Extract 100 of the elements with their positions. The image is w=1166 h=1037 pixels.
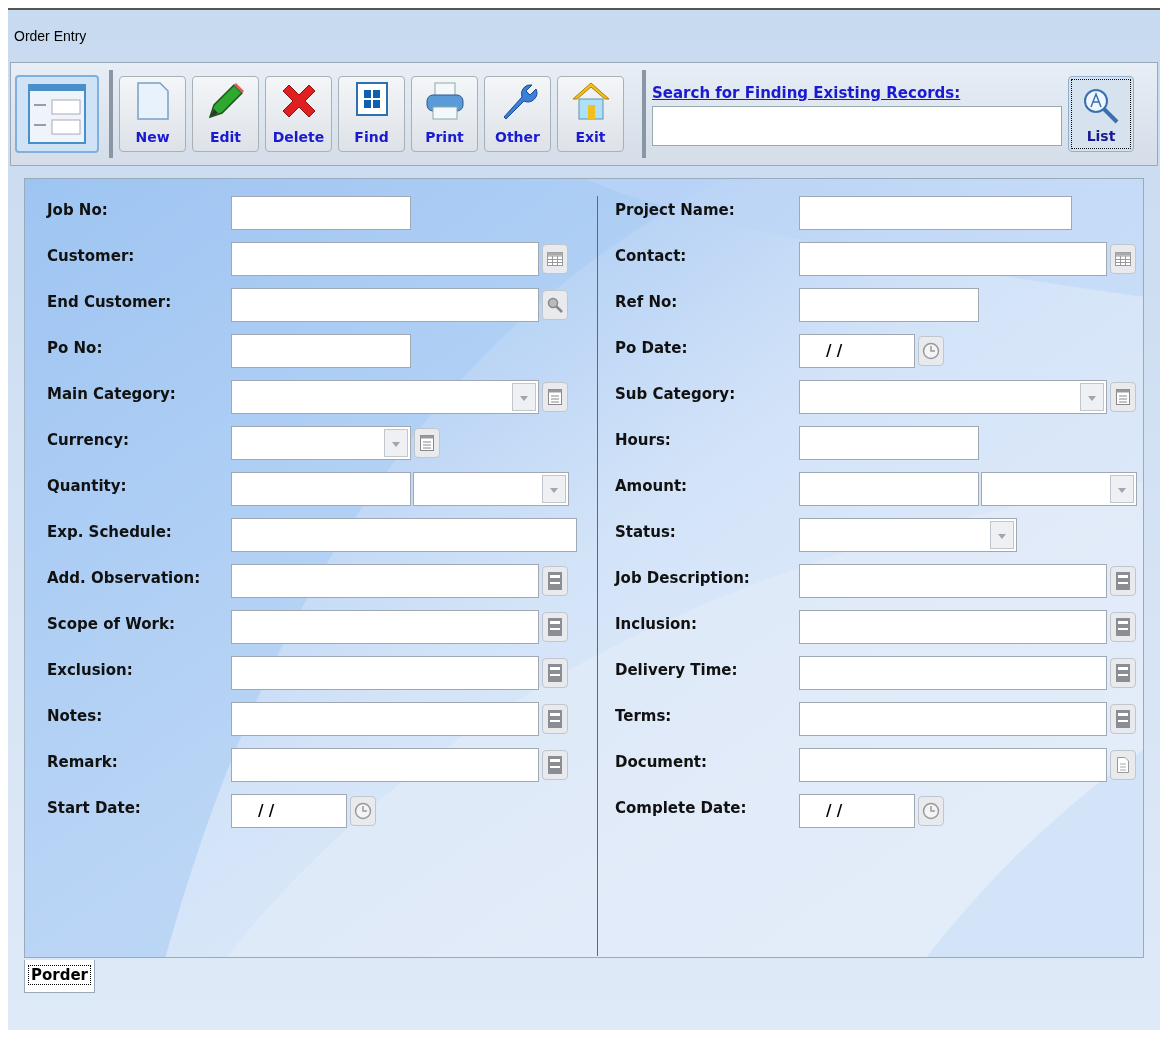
dropdown-field[interactable] [231,426,411,460]
list-icon [1116,389,1130,405]
field-label: Document: [615,752,708,773]
input-field[interactable] [799,656,1107,690]
field-label: Inclusion: [615,614,699,635]
field-label: Quantity: [47,476,128,497]
memo-button[interactable] [1110,704,1136,734]
document-button[interactable] [1110,750,1136,780]
document-icon [1117,757,1129,773]
grid-icon [354,81,389,117]
list-button[interactable] [414,428,440,458]
field-label: Exp. Schedule: [47,522,173,543]
memo-button[interactable] [1110,658,1136,688]
lookup-button[interactable] [542,244,568,274]
field-label: Job No: [47,200,109,221]
input-field[interactable] [231,610,539,644]
field-label: Job Description: [615,568,751,589]
date-field[interactable]: / / [799,334,915,368]
input-field[interactable] [799,748,1107,782]
clock-icon [922,802,940,820]
date-picker-button[interactable] [918,336,944,366]
input-field[interactable] [231,564,539,598]
memo-icon [548,710,562,728]
memo-button[interactable] [542,566,568,596]
input-field[interactable] [799,288,979,322]
window-title: Order Entry [14,26,87,46]
memo-button[interactable] [542,704,568,734]
toolbar-button[interactable]: Other [484,76,551,152]
list-button[interactable]: List [1068,76,1134,152]
input-field[interactable] [231,334,411,368]
input-field[interactable] [231,702,539,736]
search-icon [1081,86,1121,126]
memo-button[interactable] [1110,566,1136,596]
clock-icon [922,342,940,360]
lookup-button[interactable] [1110,244,1136,274]
memo-icon [1116,572,1130,590]
input-field[interactable] [799,702,1107,736]
clock-icon [354,802,372,820]
toolbar-button[interactable]: New [119,76,186,152]
input-field[interactable] [799,610,1107,644]
date-picker-button[interactable] [918,796,944,826]
field-label: Customer: [47,246,136,267]
memo-icon [548,572,562,590]
dropdown-field[interactable] [231,380,539,414]
input-field[interactable] [231,242,539,276]
date-field[interactable]: / / [231,794,347,828]
toolbar-button[interactable]: Find [338,76,405,152]
field-label: Notes: [47,706,104,727]
input-field[interactable] [799,564,1107,598]
caret-icon [990,521,1014,549]
input-field[interactable] [231,472,411,506]
input-field[interactable] [799,426,979,460]
memo-button[interactable] [542,658,568,688]
memo-button[interactable] [542,750,568,780]
dropdown-field[interactable] [413,472,569,506]
dropdown-field[interactable] [799,518,1017,552]
field-label: Add. Observation: [47,568,202,589]
input-field[interactable] [231,518,577,552]
toolbar-button[interactable]: Edit [192,76,259,152]
input-field[interactable] [231,656,539,690]
house-icon [570,81,611,121]
form-view-button[interactable] [15,75,99,153]
dropdown-field[interactable] [799,380,1107,414]
caret-icon [1110,475,1134,503]
input-field[interactable] [799,196,1072,230]
field-label: Remark: [47,752,119,773]
memo-icon [548,664,562,682]
field-label: Delivery Time: [615,660,739,681]
table-icon [1115,252,1131,266]
search-button[interactable] [542,290,568,320]
printer-icon [424,81,465,121]
input-field[interactable] [799,472,979,506]
field-label: Contact: [615,246,688,267]
input-field[interactable] [231,196,411,230]
list-button[interactable] [542,382,568,412]
list-button[interactable] [1110,382,1136,412]
memo-button[interactable] [1110,612,1136,642]
list-icon [548,389,562,405]
toolbar-button[interactable]: Print [411,76,478,152]
field-label: Project Name: [615,200,736,221]
date-picker-button[interactable] [350,796,376,826]
tab[interactable]: Porder [24,960,95,993]
field-label: Hours: [615,430,672,451]
field-label: Currency: [47,430,130,451]
search-field[interactable] [652,106,1062,147]
input-field[interactable] [231,288,539,322]
date-field[interactable]: / / [799,794,915,828]
dropdown-field[interactable] [981,472,1137,506]
search-link[interactable]: Search for Finding Existing Records: [652,81,1062,105]
search-icon [547,297,563,313]
caret-icon [384,429,408,457]
memo-icon [548,756,562,774]
toolbar-button[interactable]: Exit [557,76,624,152]
input-field[interactable] [799,242,1107,276]
memo-button[interactable] [542,612,568,642]
table-icon [547,252,563,266]
input-field[interactable] [231,748,539,782]
list-icon [420,435,434,451]
memo-icon [548,618,562,636]
toolbar-button[interactable]: Delete [265,76,332,152]
